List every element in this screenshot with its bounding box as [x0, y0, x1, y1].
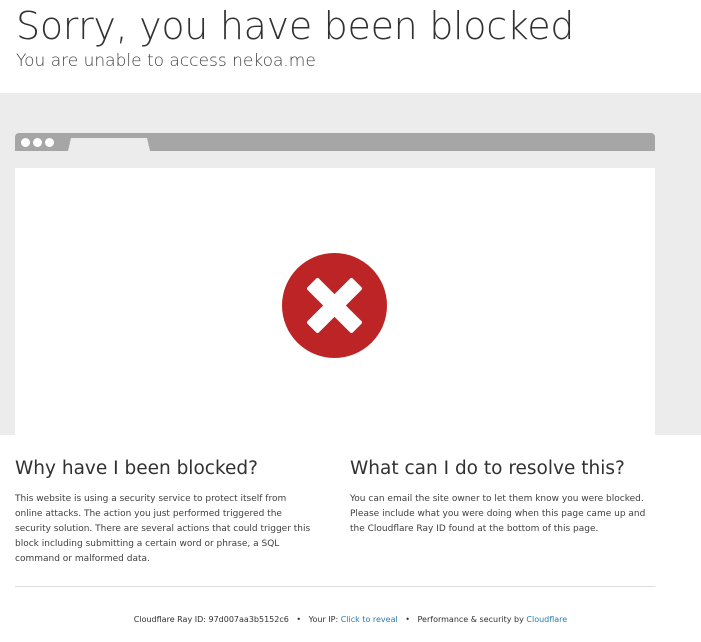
footer-separator: •	[296, 615, 302, 624]
performance-label: Performance & security by	[417, 615, 524, 624]
browser-illustration-bar	[15, 133, 655, 151]
window-dot-icon	[45, 138, 54, 147]
resolve-section: What can I do to resolve this? You can e…	[350, 458, 660, 537]
resolve-heading: What can I do to resolve this?	[350, 458, 625, 479]
browser-tab-shape	[68, 138, 150, 151]
ray-id-value: 97d007aa3b5152c6	[208, 615, 289, 624]
resolve-text: You can email the site owner to let them…	[350, 494, 646, 534]
window-dots	[21, 138, 54, 147]
footer-divider	[15, 586, 655, 587]
page-subtitle: You are unable to access nekoa.me	[16, 51, 316, 71]
why-blocked-heading: Why have I been blocked?	[15, 458, 258, 479]
page-header: Sorry, you have been blocked You are una…	[0, 0, 701, 93]
close-x-circle-icon	[282, 253, 387, 358]
why-blocked-text: This website is using a security service…	[15, 494, 311, 564]
footer: Cloudflare Ray ID: 97d007aa3b5152c6 • Yo…	[0, 615, 701, 624]
ip-label: Your IP:	[308, 615, 339, 624]
footer-separator: •	[405, 615, 410, 624]
reveal-ip-link[interactable]: Click to reveal	[341, 615, 398, 624]
window-dot-icon	[21, 138, 30, 147]
ray-id-label: Cloudflare Ray ID:	[133, 615, 206, 624]
page-title: Sorry, you have been blocked	[16, 4, 575, 48]
why-blocked-section: Why have I been blocked? This website is…	[15, 458, 315, 567]
window-dot-icon	[33, 138, 42, 147]
cloudflare-link[interactable]: Cloudflare	[526, 615, 567, 624]
